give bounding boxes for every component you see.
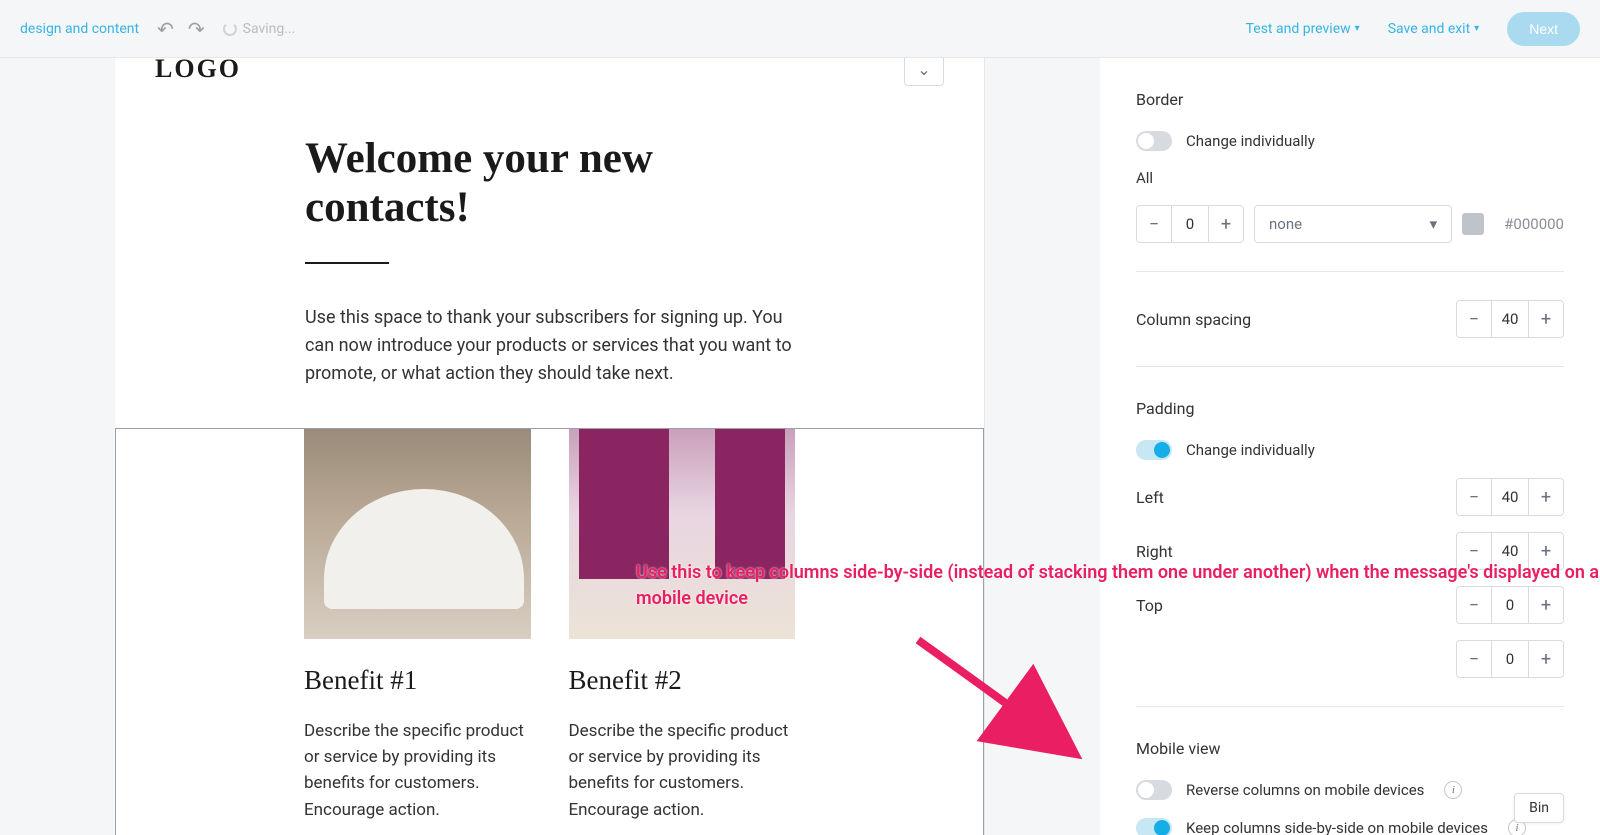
history-icons: ↶ ↷ xyxy=(157,17,205,41)
benefit-desc[interactable]: Describe the specific product or service… xyxy=(569,718,796,823)
saving-label: Saving... xyxy=(243,21,296,37)
padding-top-label: Top xyxy=(1136,596,1163,615)
keep-columns-row: Keep columns side-by-side on mobile devi… xyxy=(1136,818,1564,835)
benefit-image-1[interactable] xyxy=(304,429,531,639)
benefit-column-2[interactable]: Benefit #2 Describe the specific product… xyxy=(569,429,796,835)
minus-icon[interactable]: − xyxy=(1457,587,1491,623)
hero-intro[interactable]: Use this space to thank your subscribers… xyxy=(305,304,794,388)
benefit-image-2[interactable] xyxy=(569,429,796,639)
toggle-label: Change individually xyxy=(1186,132,1315,150)
benefit-column-1[interactable]: Benefit #1 Describe the specific product… xyxy=(304,429,531,835)
padding-bottom-stepper[interactable]: − 0 + xyxy=(1456,640,1564,678)
plus-icon[interactable]: + xyxy=(1529,301,1563,337)
border-color-value: #000000 xyxy=(1504,215,1564,233)
padding-left-row: Left − 40 + xyxy=(1136,478,1564,516)
padding-individually-toggle[interactable] xyxy=(1136,440,1172,460)
minus-icon[interactable]: − xyxy=(1137,206,1171,242)
padding-top-row: Top − 0 + xyxy=(1136,586,1564,624)
padding-left-label: Left xyxy=(1136,488,1164,507)
padding-section-title: Padding xyxy=(1136,399,1564,418)
bin-button[interactable]: Bin xyxy=(1514,793,1564,823)
section-divider xyxy=(1136,706,1564,707)
benefits-row: Benefit #1 Describe the specific product… xyxy=(116,429,983,835)
padding-left-stepper[interactable]: − 40 + xyxy=(1456,478,1564,516)
padding-left-value[interactable]: 40 xyxy=(1491,479,1529,515)
main: LOGO ⌄ Welcome your new contacts! Use th… xyxy=(0,58,1600,835)
save-exit-button[interactable]: Save and exit ▾ xyxy=(1388,21,1480,37)
padding-top-value[interactable]: 0 xyxy=(1491,587,1529,623)
canvas-area[interactable]: LOGO ⌄ Welcome your new contacts! Use th… xyxy=(0,58,1100,835)
padding-right-value[interactable]: 40 xyxy=(1491,533,1529,569)
keep-columns-toggle[interactable] xyxy=(1136,818,1172,835)
test-preview-label: Test and preview xyxy=(1246,21,1351,37)
column-spacing-value[interactable]: 40 xyxy=(1491,301,1529,337)
toggle-label: Change individually xyxy=(1186,441,1315,459)
border-section-title: Border xyxy=(1136,90,1564,109)
undo-icon[interactable]: ↶ xyxy=(157,17,174,41)
border-individually-row: Change individually xyxy=(1136,131,1564,151)
border-width-value[interactable]: 0 xyxy=(1171,206,1209,242)
properties-sidebar: Border Change individually All − 0 + non… xyxy=(1100,58,1600,835)
border-all-label: All xyxy=(1136,169,1564,187)
chevron-down-icon: ▾ xyxy=(1430,215,1438,233)
topbar-right: Test and preview ▾ Save and exit ▾ Next xyxy=(1246,12,1580,46)
border-color-swatch[interactable] xyxy=(1462,213,1484,235)
breadcrumb-link[interactable]: design and content xyxy=(20,21,139,37)
block-options-button[interactable]: ⌄ xyxy=(904,58,944,86)
topbar: design and content ↶ ↷ Saving... Test an… xyxy=(0,0,1600,58)
plus-icon[interactable]: + xyxy=(1209,206,1243,242)
column-spacing-label: Column spacing xyxy=(1136,310,1251,329)
minus-icon[interactable]: − xyxy=(1457,479,1491,515)
padding-right-row: Right − 40 + xyxy=(1136,532,1564,570)
plus-icon[interactable]: + xyxy=(1529,479,1563,515)
minus-icon[interactable]: − xyxy=(1457,533,1491,569)
toggle-label: Reverse columns on mobile devices xyxy=(1186,781,1424,799)
toggle-label: Keep columns side-by-side on mobile devi… xyxy=(1186,819,1488,835)
logo-text[interactable]: LOGO xyxy=(155,58,241,84)
divider xyxy=(305,262,389,264)
minus-icon[interactable]: − xyxy=(1457,301,1491,337)
section-divider xyxy=(1136,366,1564,367)
spinner-icon xyxy=(223,22,237,36)
selected-columns-block[interactable]: Benefit #1 Describe the specific product… xyxy=(115,428,984,835)
email-canvas[interactable]: LOGO ⌄ Welcome your new contacts! Use th… xyxy=(115,58,985,835)
chevron-down-icon: ▾ xyxy=(1355,23,1360,34)
border-style-select[interactable]: none ▾ xyxy=(1254,205,1452,243)
padding-individually-row: Change individually xyxy=(1136,440,1564,460)
padding-bottom-value[interactable]: 0 xyxy=(1491,641,1529,677)
redo-icon[interactable]: ↷ xyxy=(188,17,205,41)
border-individually-toggle[interactable] xyxy=(1136,131,1172,151)
logo-row: LOGO ⌄ xyxy=(115,58,984,96)
topbar-left: design and content ↶ ↷ Saving... xyxy=(20,17,295,41)
save-exit-label: Save and exit xyxy=(1388,21,1470,37)
hero-headline[interactable]: Welcome your new contacts! xyxy=(305,134,794,232)
plus-icon[interactable]: + xyxy=(1529,641,1563,677)
padding-right-stepper[interactable]: − 40 + xyxy=(1456,532,1564,570)
padding-top-stepper[interactable]: − 0 + xyxy=(1456,586,1564,624)
reverse-columns-row: Reverse columns on mobile devices i xyxy=(1136,780,1564,800)
plus-icon[interactable]: + xyxy=(1529,587,1563,623)
benefit-desc[interactable]: Describe the specific product or service… xyxy=(304,718,531,823)
info-icon[interactable]: i xyxy=(1444,781,1462,799)
minus-icon[interactable]: − xyxy=(1457,641,1491,677)
border-style-value: none xyxy=(1269,215,1302,233)
next-button[interactable]: Next xyxy=(1507,12,1580,46)
section-divider xyxy=(1136,271,1564,272)
chevron-down-icon: ▾ xyxy=(1474,23,1479,34)
hero-block[interactable]: Welcome your new contacts! Use this spac… xyxy=(115,96,984,428)
benefit-title[interactable]: Benefit #1 xyxy=(304,665,531,696)
benefit-title[interactable]: Benefit #2 xyxy=(569,665,796,696)
saving-status: Saving... xyxy=(223,21,296,37)
test-preview-button[interactable]: Test and preview ▾ xyxy=(1246,21,1360,37)
border-controls: − 0 + none ▾ #000000 xyxy=(1136,205,1564,243)
reverse-columns-toggle[interactable] xyxy=(1136,780,1172,800)
padding-bottom-row: − 0 + xyxy=(1136,640,1564,678)
plus-icon[interactable]: + xyxy=(1529,533,1563,569)
border-width-stepper[interactable]: − 0 + xyxy=(1136,205,1244,243)
column-spacing-stepper[interactable]: − 40 + xyxy=(1456,300,1564,338)
column-spacing-row: Column spacing − 40 + xyxy=(1136,300,1564,338)
padding-right-label: Right xyxy=(1136,542,1173,561)
chevron-down-icon: ⌄ xyxy=(917,60,930,79)
mobile-section-title: Mobile view xyxy=(1136,739,1564,758)
